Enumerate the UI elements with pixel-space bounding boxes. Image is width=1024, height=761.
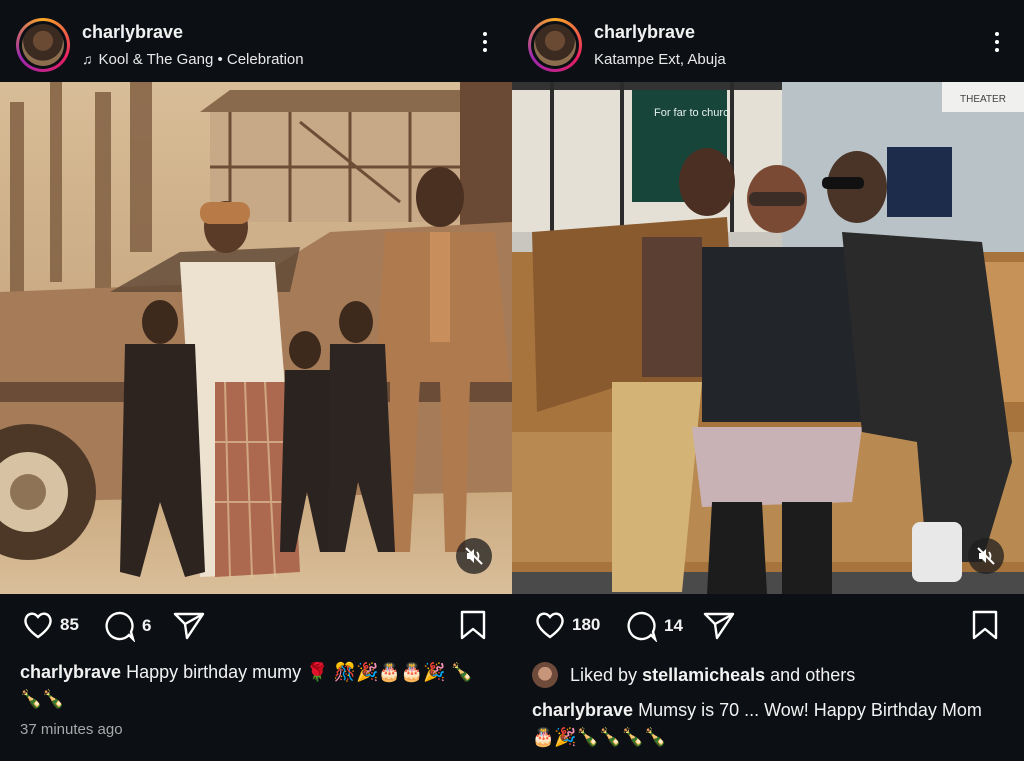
theater-sign: THEATER [960, 94, 1006, 105]
more-icon[interactable] [994, 32, 1000, 56]
liked-by-suffix: and others [770, 664, 856, 685]
share-icon [173, 612, 205, 640]
bookmark-button[interactable] [972, 610, 998, 645]
liked-by-user[interactable]: stellamicheals [642, 665, 765, 686]
username[interactable]: charlybrave [82, 22, 183, 43]
mute-icon[interactable] [968, 538, 1004, 574]
like-button[interactable]: 180 [534, 610, 600, 640]
bookmark-icon [460, 610, 486, 640]
like-count: 85 [60, 615, 79, 634]
post-photo[interactable]: For far to church THEATER [512, 82, 1024, 594]
share-icon [703, 612, 735, 640]
comment-icon [105, 611, 136, 642]
caption-username[interactable]: charlybrave [532, 700, 633, 720]
caption: charlybrave Happy birthday mumy 🌹 🎊🎉🎂🎂🎉 … [20, 659, 492, 713]
music-note-icon: ♫ [82, 51, 93, 67]
liked-by[interactable]: Liked by stellamicheals and others [532, 662, 855, 688]
bookmark-icon [972, 610, 998, 640]
post-photo[interactable] [0, 82, 512, 594]
liked-by-avatar [532, 662, 558, 688]
location-label[interactable]: Katampe Ext, Abuja [594, 51, 726, 68]
share-button[interactable] [172, 610, 206, 640]
username[interactable]: charlybrave [594, 22, 695, 43]
timestamp: 37 minutes ago [20, 721, 123, 738]
like-count: 180 [572, 615, 601, 634]
action-bar: 180 14 [532, 606, 1004, 646]
mute-icon[interactable] [456, 538, 492, 574]
post-header: charlybrave Katampe Ext, Abuja [512, 0, 1024, 82]
heart-icon [24, 612, 52, 639]
comment-button[interactable]: 6 [104, 610, 151, 642]
share-button[interactable] [702, 610, 736, 640]
more-icon[interactable] [482, 32, 488, 56]
comment-count: 14 [664, 616, 683, 635]
action-bar: 85 6 [20, 606, 492, 646]
music-label[interactable]: ♫ Kool & The Gang • Celebration [82, 51, 304, 68]
avatar[interactable] [16, 18, 70, 72]
post-left: charlybrave ♫ Kool & The Gang • Celebrati… [0, 0, 512, 761]
comment-icon [627, 611, 658, 642]
church-sign: For far to church [654, 107, 735, 119]
post-right: charlybrave Katampe Ext, Abuja For far t… [512, 0, 1024, 761]
post-header: charlybrave ♫ Kool & The Gang • Celebrati… [0, 0, 512, 82]
feed: charlybrave ♫ Kool & The Gang • Celebrati… [0, 0, 1024, 761]
liked-by-prefix: Liked by [570, 664, 638, 685]
like-button[interactable]: 85 [22, 610, 79, 640]
comment-count: 6 [142, 616, 152, 635]
comment-button[interactable]: 14 [626, 610, 683, 642]
caption-username[interactable]: charlybrave [20, 662, 121, 682]
heart-icon [536, 612, 564, 639]
avatar[interactable] [528, 18, 582, 72]
caption: charlybrave Mumsy is 70 ... Wow! Happy B… [532, 697, 1004, 751]
bookmark-button[interactable] [460, 610, 486, 645]
